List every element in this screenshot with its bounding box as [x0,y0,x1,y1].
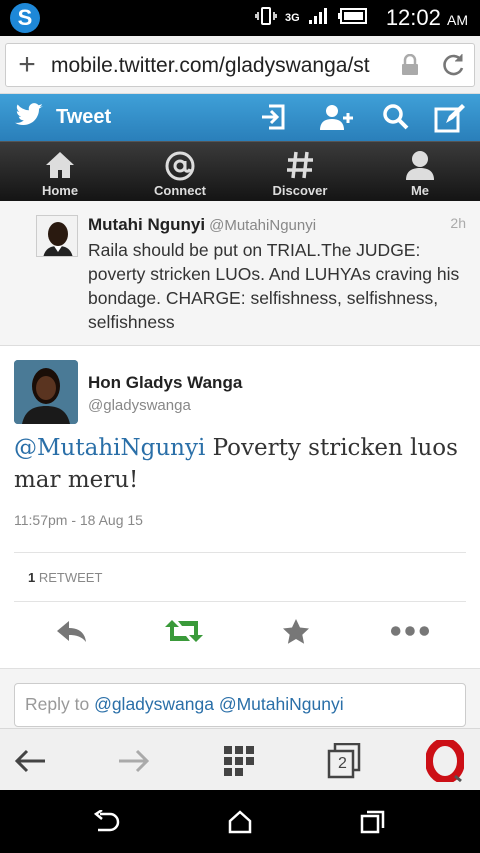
parent-tweet[interactable]: Mutahi Ngunyi @MutahiNgunyi 2h Raila shou… [0,201,480,346]
tweet-timestamp[interactable]: 11:57pm - 18 Aug 15 [14,512,143,528]
compose-icon[interactable] [434,103,466,138]
nav-discover[interactable]: Discover [240,142,360,202]
browser-address-bar: + mobile.twitter.com/gladyswanga/st [0,36,480,94]
twitter-bird-icon[interactable] [14,103,44,134]
retweet-icon[interactable] [164,616,204,646]
android-navigation-bar [0,790,480,853]
status-icons: 3G [255,6,368,30]
retweet-stats[interactable]: 1 RETWEET [28,570,102,585]
at-sign-icon [120,150,240,181]
more-icon[interactable] [390,616,430,646]
nav-me[interactable]: Me [360,142,480,202]
back-arrow-icon[interactable] [10,741,50,781]
tweet-text: Raila should be put on TRIAL.The JUDGE: … [88,240,460,332]
url-field[interactable]: + mobile.twitter.com/gladyswanga/st [5,43,475,87]
reply-prefix: Reply to [25,694,95,714]
reload-icon[interactable] [440,51,466,84]
home-icon [0,150,120,180]
opera-menu-icon[interactable] [425,740,465,782]
signal-icon [308,7,330,30]
author-handle[interactable]: @MutahiNgunyi [209,217,316,234]
divider [14,552,466,553]
reply-input[interactable]: Reply to @gladyswanga @MutahiNgunyi [14,683,466,727]
tabs-icon[interactable]: 2 [324,741,364,781]
app-notification-icon: S [10,3,40,33]
reply-mentions: @gladyswanga @MutahiNgunyi [94,694,344,714]
author-line: Mutahi Ngunyi @MutahiNgunyi [88,215,316,235]
star-icon[interactable] [276,616,316,646]
retweet-label: RETWEET [38,570,103,585]
search-icon[interactable] [382,103,410,136]
avatar[interactable] [36,215,78,257]
plus-icon[interactable]: + [10,46,44,84]
browser-toolbar: 2 [0,728,480,790]
forward-arrow-icon[interactable] [114,741,154,781]
reply-area: Reply to @gladyswanga @MutahiNgunyi [0,668,480,728]
mention-link[interactable]: @MutahiNgunyi [14,435,205,461]
avatar[interactable] [14,360,78,424]
status-bar: S 3G 12:02 AM [0,0,480,36]
speed-dial-icon[interactable] [219,741,259,781]
nav-label: Me [410,183,430,198]
tweet-age: 2h [450,215,466,231]
reply-icon[interactable] [52,616,92,646]
nav-home[interactable]: Home [0,142,120,202]
author-name[interactable]: Hon Gladys Wanga [88,373,242,393]
person-icon [360,150,480,180]
battery-icon [337,7,368,29]
retweet-count: 1 [28,570,36,585]
lock-icon [400,53,420,81]
page-title: Tweet [56,106,112,128]
android-recents-icon[interactable] [358,808,388,836]
tweet-text: @MutahiNgunyi Poverty stricken luos mar … [14,432,469,496]
author-name[interactable]: Mutahi Ngunyi [88,215,205,234]
divider [14,601,466,602]
android-back-icon[interactable] [91,808,121,836]
tab-count: 2 [338,755,347,772]
hashtag-icon [240,150,360,180]
twitter-nav: Home Connect Discover Me [0,141,480,201]
url-text[interactable]: mobile.twitter.com/gladyswanga/st [51,54,396,78]
clock: 12:02 AM [386,5,468,31]
vibrate-icon [255,6,277,31]
clock-time: 12:02 [385,5,441,30]
nav-label: Home [41,183,79,198]
clock-ampm: AM [447,12,468,28]
author-handle[interactable]: @gladyswanga [88,397,191,414]
network-type-label: 3G [285,12,300,24]
nav-label: Discover [272,183,328,198]
sign-out-icon[interactable] [259,103,287,136]
nav-label: Connect [154,183,206,198]
nav-connect[interactable]: Connect [120,142,240,202]
android-home-icon[interactable] [225,808,255,836]
add-user-icon[interactable] [318,103,354,136]
twitter-header: Tweet [0,94,480,141]
